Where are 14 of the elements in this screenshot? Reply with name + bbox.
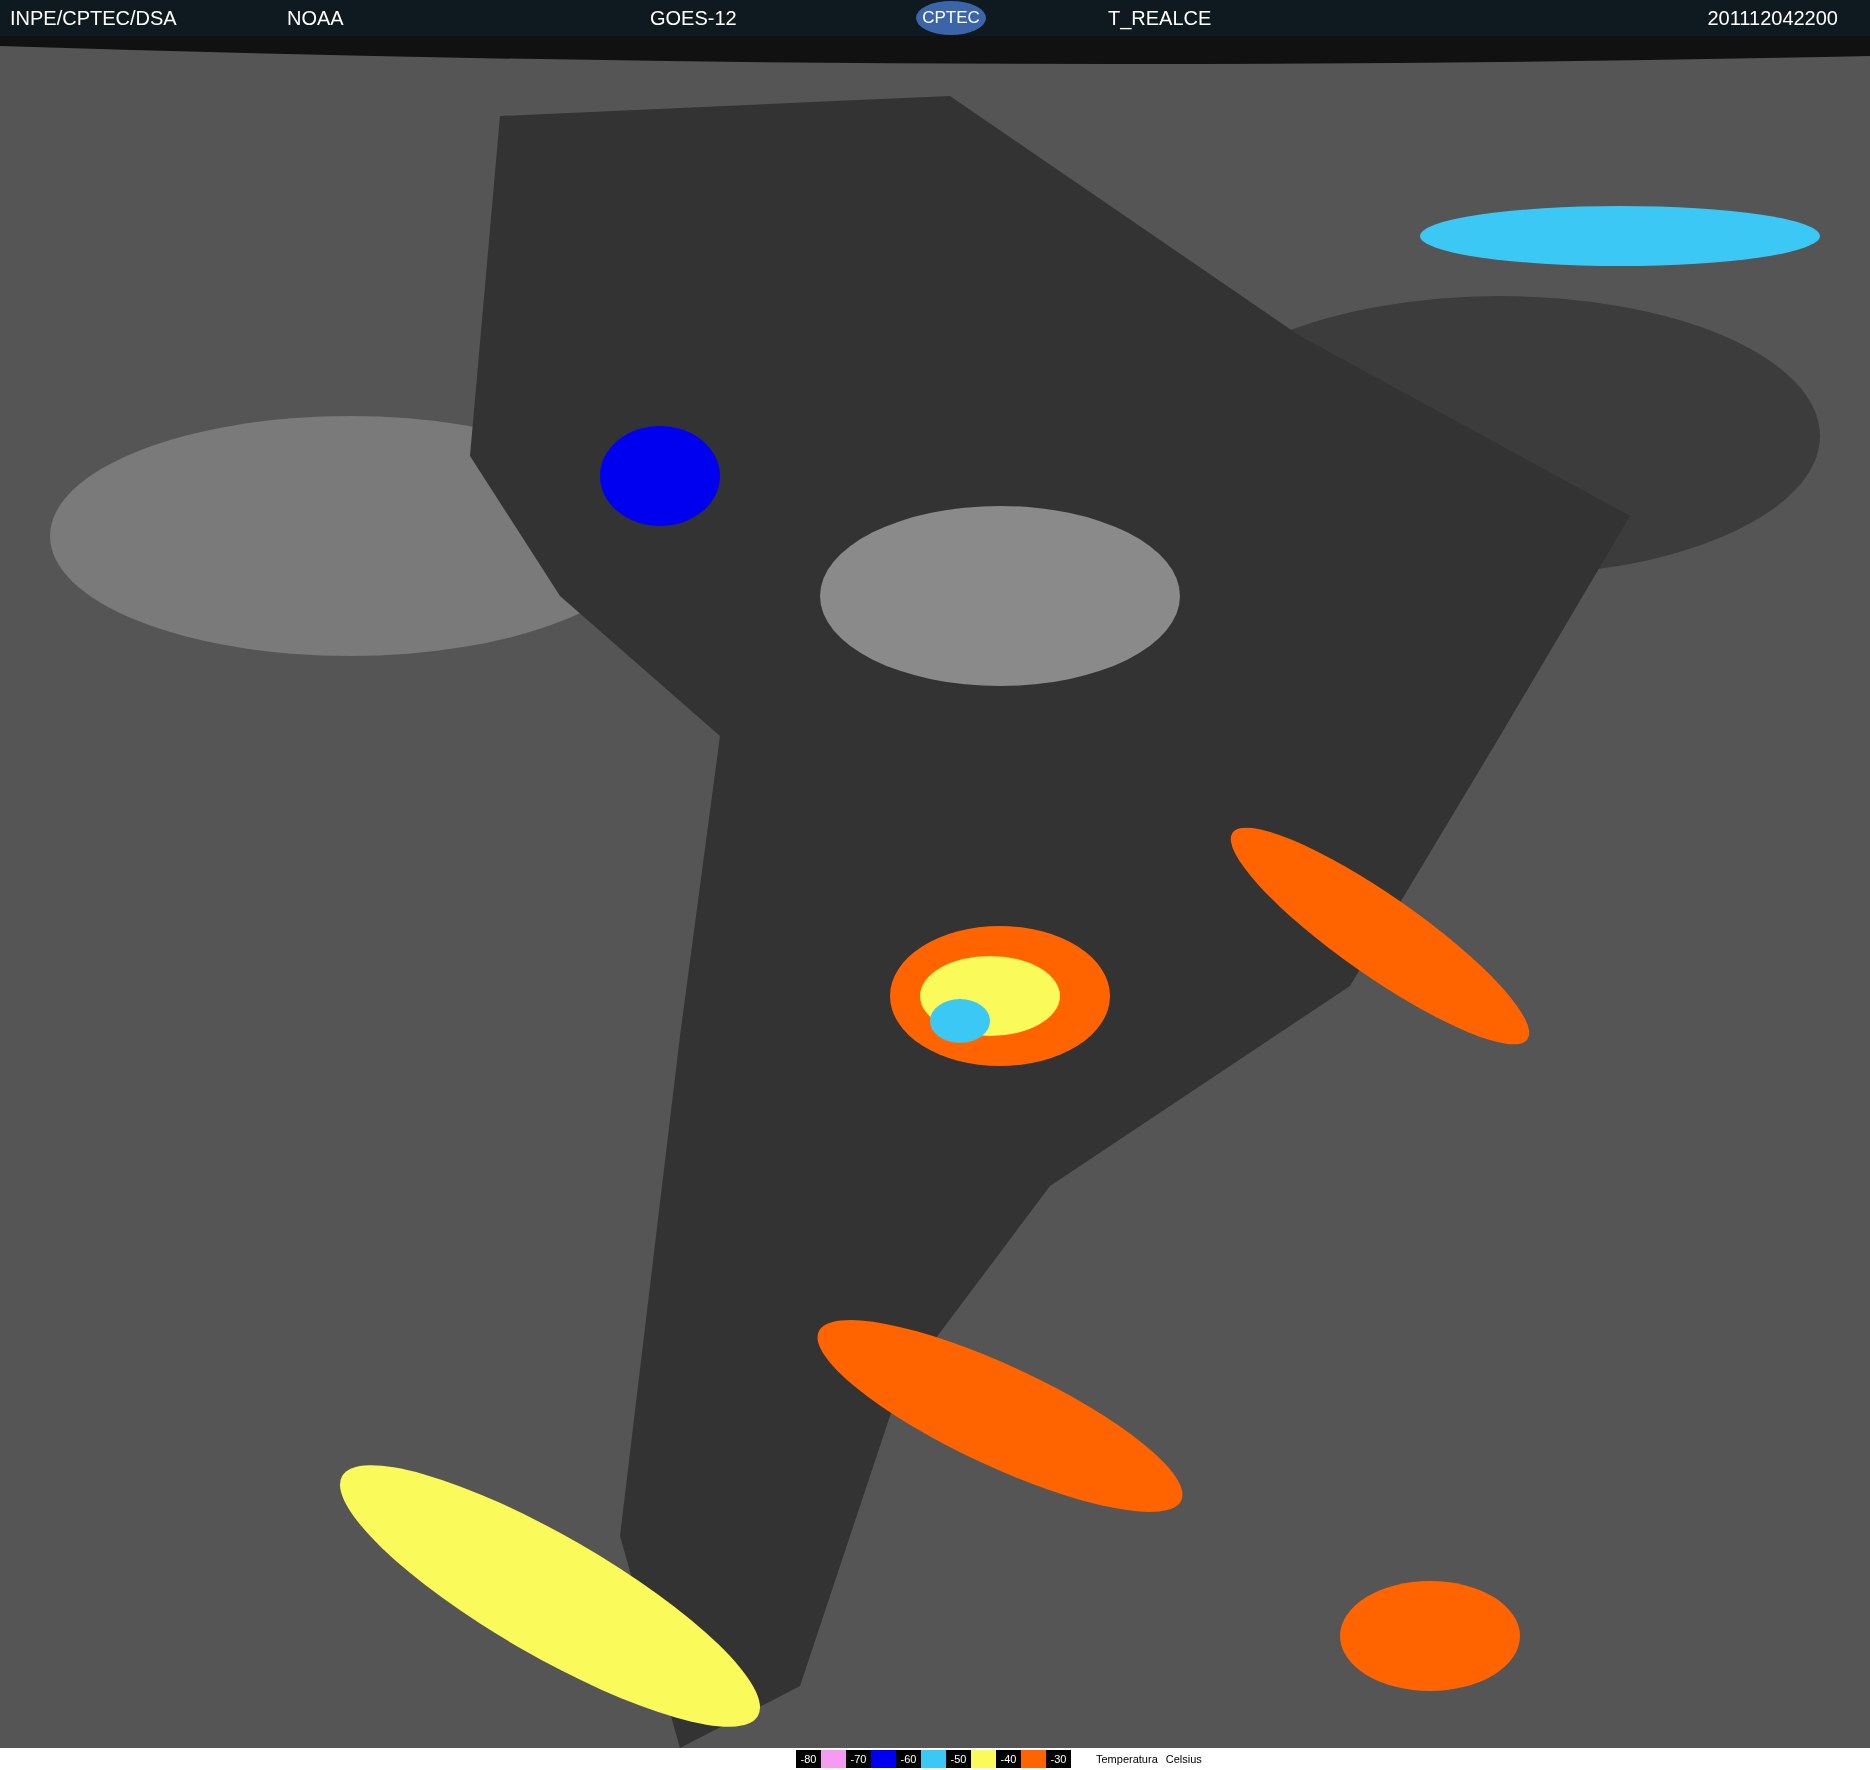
legend-value: -50 (946, 1750, 971, 1768)
legend-value: -70 (846, 1750, 871, 1768)
product-label: T_REALCE (1108, 6, 1212, 32)
legend-title: Temperatura (1096, 1751, 1158, 1767)
legend-unit: Celsius (1165, 1751, 1202, 1767)
legend-value: -60 (896, 1750, 921, 1768)
timestamp-label: 201112042200 (1707, 6, 1838, 31)
source-label: INPE/CPTEC/DSA (10, 6, 178, 31)
legend-value: -40 (996, 1750, 1021, 1768)
legend-value: -80 (796, 1750, 821, 1768)
satellite-label: GOES-12 (650, 6, 738, 31)
logo: CPTEC (916, 1, 986, 35)
agency-label: NOAA (287, 6, 345, 31)
legend-value: -30 (1046, 1750, 1071, 1768)
